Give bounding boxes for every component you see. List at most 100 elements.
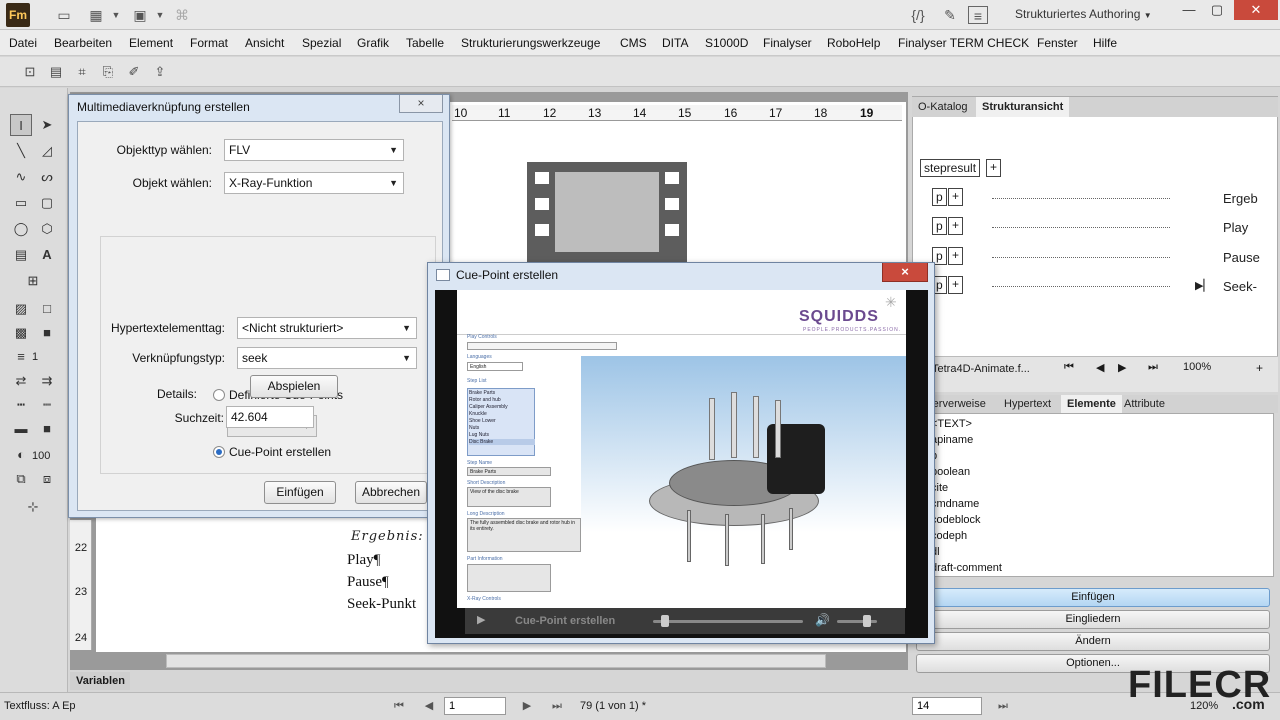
pen-icon[interactable]: ✎ xyxy=(940,6,960,24)
line-ends-menu-icon[interactable]: ⇉ xyxy=(36,370,58,392)
variablen-tab[interactable]: Variablen xyxy=(70,672,130,690)
oval-icon[interactable]: ◯ xyxy=(10,218,32,240)
split-dropdown-icon[interactable]: ▼ xyxy=(106,6,126,24)
arc-icon[interactable]: ◿ xyxy=(36,140,58,162)
element-item[interactable]: codeblock xyxy=(931,514,981,526)
menu-s1000d[interactable]: S1000D xyxy=(705,36,748,50)
tree-expand-icon[interactable]: + xyxy=(986,159,1001,177)
edit-icon[interactable]: ✐ xyxy=(124,62,144,82)
tint-icon[interactable]: ◐ xyxy=(10,444,32,466)
dialog-close-button[interactable]: × xyxy=(399,95,443,113)
menu-spezial[interactable]: Spezial xyxy=(302,36,341,50)
tree-expand-icon[interactable]: + xyxy=(948,188,963,206)
last-page-icon[interactable]: ⏭ xyxy=(548,697,566,715)
suchzeit-input[interactable] xyxy=(226,406,314,428)
line-icon[interactable]: ╲ xyxy=(10,140,32,162)
seek-slider-knob[interactable] xyxy=(661,615,669,627)
split-icon[interactable]: ▦ xyxy=(86,6,106,24)
element-item[interactable]: cmdname xyxy=(931,498,979,510)
line-width-icon[interactable]: ≡ xyxy=(10,346,32,368)
objekt-select[interactable]: X-Ray-Funktion▼ xyxy=(224,172,404,194)
tree-expand-icon[interactable]: + xyxy=(948,217,963,235)
volume-slider-knob[interactable] xyxy=(863,615,871,627)
next-icon[interactable]: ▶ xyxy=(1118,361,1126,374)
workspace-switcher[interactable]: Strukturiertes Authoring ▼ xyxy=(1015,7,1152,21)
menu-bearbeiten[interactable]: Bearbeiten xyxy=(54,36,112,50)
code-icon[interactable]: {/} xyxy=(908,6,928,24)
menu-fenster[interactable]: Fenster xyxy=(1037,36,1078,50)
fill-pattern-icon[interactable]: ▨ xyxy=(10,298,32,320)
frame-icon[interactable]: ▣ xyxy=(130,6,150,24)
step-item[interactable]: Brake Parts xyxy=(469,390,495,396)
tree-expand-icon[interactable]: + xyxy=(948,247,963,265)
step-item-selected[interactable]: Disc Brake xyxy=(469,439,535,445)
menu-cms[interactable]: CMS xyxy=(620,36,647,50)
dash-pattern-icon[interactable]: ┅ xyxy=(10,394,32,416)
cue-dialog-close-button[interactable]: × xyxy=(882,263,928,282)
insert-button[interactable]: Einfügen xyxy=(264,481,336,504)
doc-item-pause[interactable]: Pause¶ xyxy=(347,574,389,591)
fit-page-icon[interactable]: ⏭ xyxy=(994,697,1012,715)
hierarchy-icon[interactable]: ⌘ xyxy=(172,6,192,24)
fill-white-icon[interactable]: □ xyxy=(36,298,58,320)
menu-format[interactable]: Format xyxy=(190,36,228,50)
export-icon[interactable]: ⇪ xyxy=(150,62,170,82)
tab-strukturansicht[interactable]: Strukturansicht xyxy=(976,97,1069,117)
cancel-button[interactable]: Abbrechen xyxy=(355,481,427,504)
tab-elemente[interactable]: Elemente xyxy=(1061,395,1122,413)
insert-element-button[interactable]: Einfügen xyxy=(916,588,1270,607)
video-player[interactable]: SQUIDDS PEOPLE.PRODUCTS.PASSION. ✳ Play … xyxy=(435,290,928,638)
prev-icon[interactable]: ◀ xyxy=(1096,361,1104,374)
step-list[interactable]: Brake Parts Rotor and hub Caliper Assemb… xyxy=(467,388,535,456)
menu-datei[interactable]: Datei xyxy=(9,36,37,50)
first-page-icon[interactable]: ⏮ xyxy=(390,697,408,715)
structure-icon[interactable]: ⌗ xyxy=(72,62,92,82)
text-frame-icon[interactable]: ▤ xyxy=(10,244,32,266)
last-icon[interactable]: ⏭ xyxy=(1148,361,1158,374)
film-placeholder-icon[interactable] xyxy=(527,162,687,262)
seek-slider[interactable] xyxy=(653,620,803,623)
menu-tabelle[interactable]: Tabelle xyxy=(406,36,444,50)
prev-page-icon[interactable]: ◀ xyxy=(420,697,438,715)
radio-defined-cue-points[interactable] xyxy=(213,389,225,401)
language-select[interactable]: English xyxy=(467,362,523,371)
radio-create-cue-point[interactable] xyxy=(213,446,225,458)
rectangle-icon[interactable]: ▭ xyxy=(10,192,32,214)
frame-dropdown-icon[interactable]: ▼ xyxy=(150,6,170,24)
objekttyp-select[interactable]: FLV▼ xyxy=(224,139,404,161)
graphic-frame-icon[interactable]: ⊞ xyxy=(22,270,44,292)
element-item[interactable]: boolean xyxy=(931,466,970,478)
maximize-button[interactable]: ▢ xyxy=(1204,0,1230,20)
menu-element[interactable]: Element xyxy=(129,36,173,50)
line-ends-icon[interactable]: ⇄ xyxy=(10,370,32,392)
color-black-icon[interactable]: ■ xyxy=(36,418,58,440)
panel-icon[interactable]: ≡ xyxy=(968,6,988,24)
overprint-icon[interactable]: ⧉ xyxy=(10,468,32,490)
insert-table-icon[interactable]: ▤ xyxy=(46,62,66,82)
tree-node-p[interactable]: p xyxy=(932,217,947,235)
menu-finalyser-term-check[interactable]: Finalyser TERM CHECK xyxy=(898,36,1029,50)
dash-menu-icon[interactable]: ┉ xyxy=(36,394,58,416)
menu-ansicht[interactable]: Ansicht xyxy=(245,36,284,50)
volume-icon[interactable]: 🔊 xyxy=(815,613,830,627)
text-select-icon[interactable]: I xyxy=(10,114,32,136)
structure-zoom[interactable]: 100% xyxy=(1183,361,1211,373)
element-item[interactable]: draft-comment xyxy=(931,562,1002,574)
rounded-rect-icon[interactable]: ▢ xyxy=(36,192,58,214)
tree-node-p[interactable]: p xyxy=(932,188,947,206)
doc-item-seek[interactable]: Seek-Punkt xyxy=(347,596,416,613)
menu-hilfe[interactable]: Hilfe xyxy=(1093,36,1117,50)
verknuepfung-select[interactable]: seek▼ xyxy=(237,347,417,369)
play-controls-bar[interactable] xyxy=(467,342,617,350)
zoom-in-icon[interactable]: + xyxy=(1256,361,1263,375)
text-line-icon[interactable]: A xyxy=(36,244,58,266)
menu-grafik[interactable]: Grafik xyxy=(357,36,389,50)
tree-expand-icon[interactable]: + xyxy=(948,276,963,294)
menu-finalyser[interactable]: Finalyser xyxy=(763,36,812,50)
menu-robohelp[interactable]: RoboHelp xyxy=(827,36,880,50)
element-item[interactable]: <TEXT> xyxy=(931,418,972,430)
polyline-icon[interactable]: ᔕ xyxy=(36,166,58,188)
step-item[interactable]: Caliper Assembly xyxy=(469,404,508,410)
hypertext-select[interactable]: <Nicht strukturiert>▼ xyxy=(237,317,417,339)
layout-icon[interactable]: ▭ xyxy=(54,6,74,24)
